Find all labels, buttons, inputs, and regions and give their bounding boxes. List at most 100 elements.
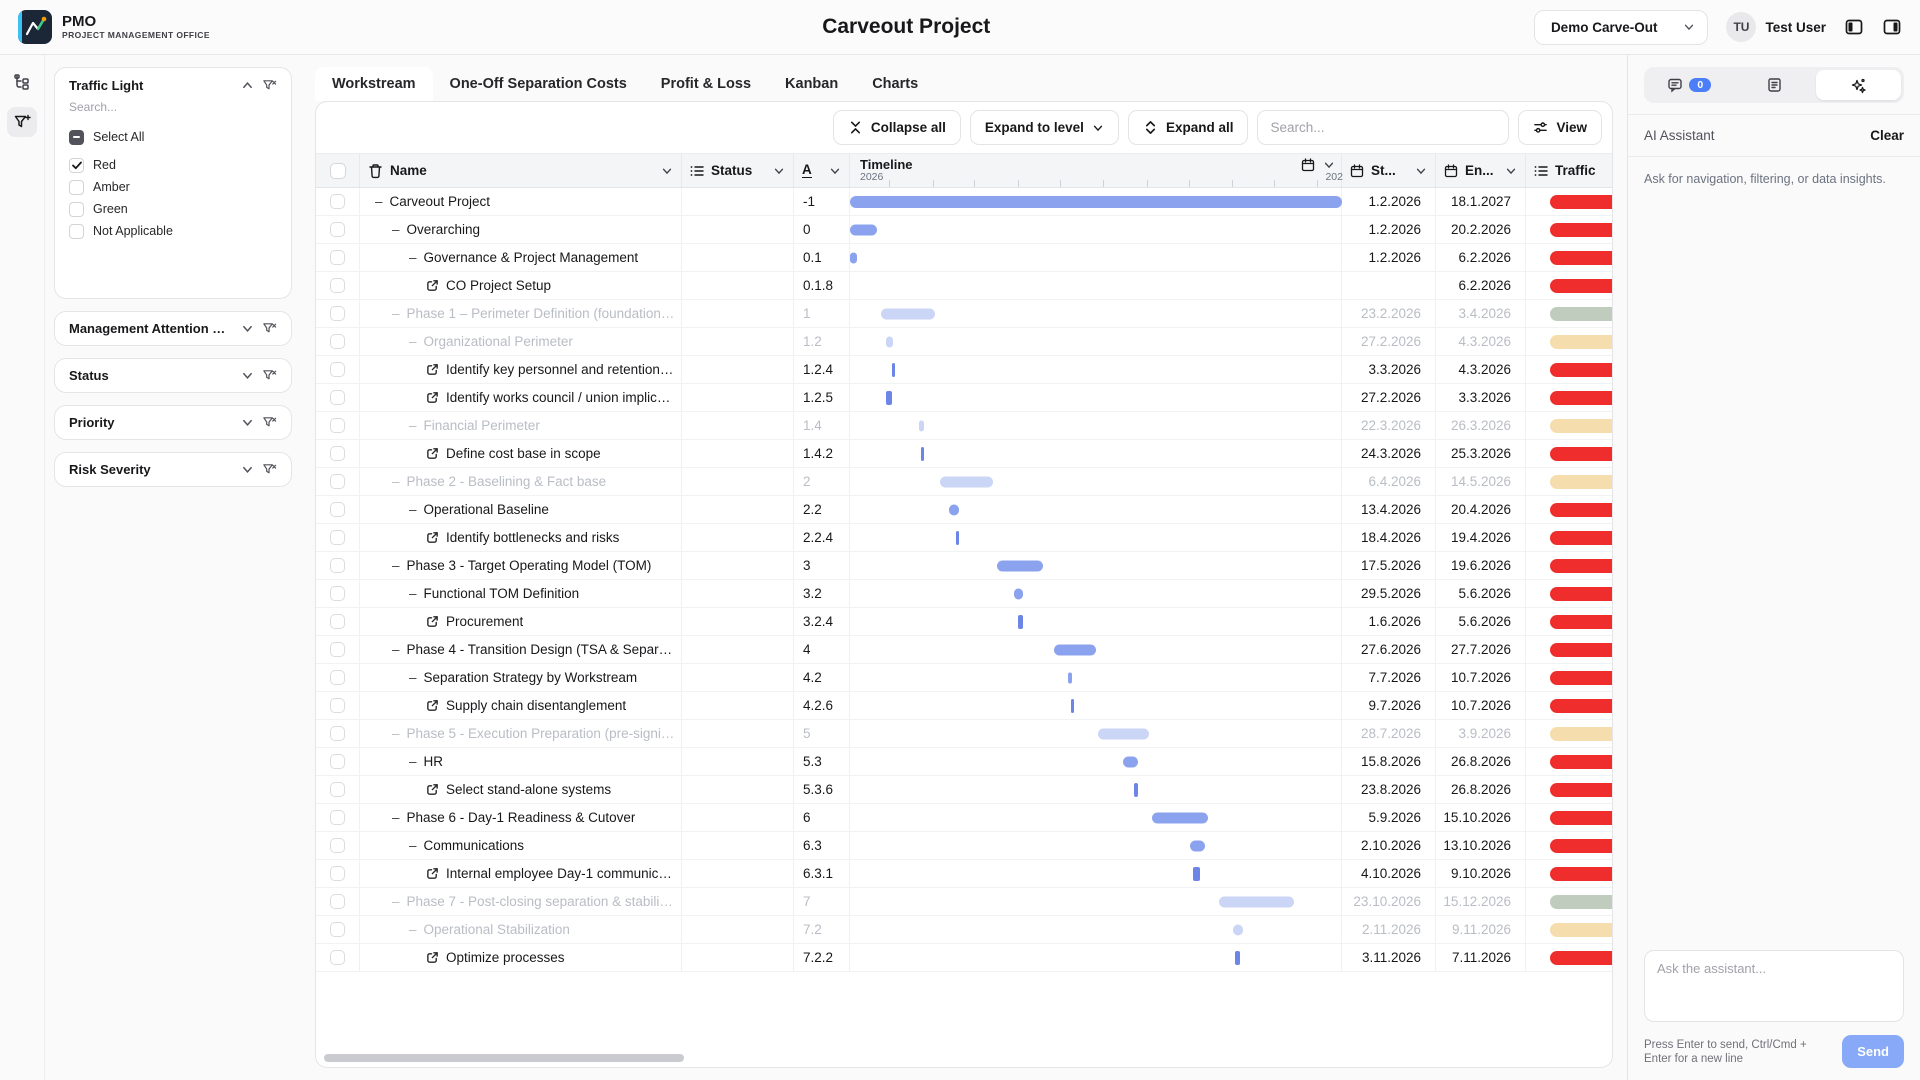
- external-link-icon[interactable]: [426, 615, 439, 628]
- row-checkbox[interactable]: [330, 894, 345, 909]
- row-checkbox[interactable]: [330, 670, 345, 685]
- external-link-icon[interactable]: [426, 447, 439, 460]
- filter-card-priority[interactable]: Priority: [54, 405, 292, 440]
- traffic-pill[interactable]: [1550, 727, 1612, 741]
- timeline-cell[interactable]: [850, 300, 1342, 327]
- column-header-timeline[interactable]: Timeline: [860, 157, 913, 172]
- collapse-toggle[interactable]: –: [375, 194, 383, 209]
- traffic-cell[interactable]: [1526, 944, 1612, 971]
- traffic-pill[interactable]: [1550, 951, 1612, 965]
- task-name-cell[interactable]: Procurement: [360, 608, 682, 635]
- traffic-pill[interactable]: [1550, 867, 1612, 881]
- tab-profit-loss[interactable]: Profit & Loss: [644, 67, 768, 101]
- gantt-bar[interactable]: [1219, 896, 1293, 907]
- start-date-cell[interactable]: 2.11.2026: [1342, 916, 1436, 943]
- select-all-rows-checkbox[interactable]: [330, 163, 346, 179]
- calendar-icon[interactable]: [1301, 158, 1315, 172]
- traffic-cell[interactable]: [1526, 692, 1612, 719]
- task-name-cell[interactable]: –Phase 3 - Target Operating Model (TOM): [360, 552, 682, 579]
- external-link-icon[interactable]: [426, 531, 439, 544]
- traffic-pill[interactable]: [1550, 503, 1612, 517]
- status-cell[interactable]: [682, 524, 794, 551]
- traffic-pill[interactable]: [1550, 755, 1612, 769]
- start-date-cell[interactable]: 22.3.2026: [1342, 412, 1436, 439]
- traffic-cell[interactable]: [1526, 524, 1612, 551]
- filter-option-amber[interactable]: Amber: [69, 176, 277, 198]
- select-all-checkbox[interactable]: [69, 130, 84, 145]
- timeline-cell[interactable]: [850, 832, 1342, 859]
- timeline-cell[interactable]: [850, 916, 1342, 943]
- end-date-cell[interactable]: 10.7.2026: [1436, 692, 1526, 719]
- status-cell[interactable]: [682, 412, 794, 439]
- traffic-cell[interactable]: [1526, 664, 1612, 691]
- timeline-cell[interactable]: [850, 692, 1342, 719]
- timeline-cell[interactable]: [850, 496, 1342, 523]
- traffic-pill[interactable]: [1550, 279, 1612, 293]
- timeline-cell[interactable]: [850, 188, 1342, 215]
- status-cell[interactable]: [682, 552, 794, 579]
- chevron-down-icon[interactable]: [773, 165, 785, 177]
- filter-plus-icon[interactable]: [7, 107, 37, 137]
- traffic-cell[interactable]: [1526, 440, 1612, 467]
- task-name-cell[interactable]: Internal employee Day-1 communication: [360, 860, 682, 887]
- status-cell[interactable]: [682, 188, 794, 215]
- traffic-pill[interactable]: [1550, 391, 1612, 405]
- timeline-cell[interactable]: [850, 328, 1342, 355]
- traffic-pill[interactable]: [1550, 839, 1612, 853]
- status-cell[interactable]: [682, 664, 794, 691]
- filter-clear-icon[interactable]: [262, 78, 277, 93]
- chevron-up-icon[interactable]: [241, 79, 254, 92]
- task-name-cell[interactable]: –Phase 1 – Perimeter Definition (foundat…: [360, 300, 682, 327]
- start-date-cell[interactable]: 29.5.2026: [1342, 580, 1436, 607]
- task-name-cell[interactable]: –Carveout Project: [360, 188, 682, 215]
- collapse-toggle[interactable]: –: [392, 642, 400, 657]
- expand-to-level-button[interactable]: Expand to level: [970, 110, 1119, 145]
- end-date-cell[interactable]: 15.10.2026: [1436, 804, 1526, 831]
- end-date-cell[interactable]: 7.11.2026: [1436, 944, 1526, 971]
- option-checkbox[interactable]: [69, 158, 84, 173]
- column-header-start[interactable]: St...: [1371, 163, 1396, 178]
- gantt-bar[interactable]: [1235, 951, 1241, 965]
- filter-option-not-applicable[interactable]: Not Applicable: [69, 220, 277, 242]
- tree-view-icon[interactable]: [7, 67, 37, 97]
- chevron-down-icon[interactable]: [1505, 165, 1517, 177]
- traffic-cell[interactable]: [1526, 832, 1612, 859]
- timeline-cell[interactable]: [850, 664, 1342, 691]
- traffic-cell[interactable]: [1526, 300, 1612, 327]
- tab-one-off-separation-costs[interactable]: One-Off Separation Costs: [433, 67, 644, 101]
- gantt-bar[interactable]: [919, 420, 925, 431]
- collapse-toggle[interactable]: –: [409, 922, 417, 937]
- start-date-cell[interactable]: 1.2.2026: [1342, 216, 1436, 243]
- gantt-bar[interactable]: [1152, 812, 1208, 823]
- collapse-toggle[interactable]: –: [392, 894, 400, 909]
- status-cell[interactable]: [682, 468, 794, 495]
- end-date-cell[interactable]: 9.11.2026: [1436, 916, 1526, 943]
- status-cell[interactable]: [682, 216, 794, 243]
- filter-option-red[interactable]: Red: [69, 154, 277, 176]
- task-name-cell[interactable]: –Organizational Perimeter: [360, 328, 682, 355]
- collapse-toggle[interactable]: –: [392, 726, 400, 741]
- timeline-cell[interactable]: [850, 524, 1342, 551]
- assistant-input[interactable]: [1644, 950, 1904, 1022]
- task-name-cell[interactable]: –Governance & Project Management: [360, 244, 682, 271]
- gantt-bar[interactable]: [881, 308, 936, 319]
- collapse-toggle[interactable]: –: [392, 222, 400, 237]
- task-name-cell[interactable]: –Phase 6 - Day-1 Readiness & Cutover: [360, 804, 682, 831]
- collapse-toggle[interactable]: –: [409, 502, 417, 517]
- task-name-cell[interactable]: CO Project Setup: [360, 272, 682, 299]
- task-name-cell[interactable]: –Communications: [360, 832, 682, 859]
- row-checkbox[interactable]: [330, 698, 345, 713]
- row-checkbox[interactable]: [330, 782, 345, 797]
- end-date-cell[interactable]: 26.8.2026: [1436, 776, 1526, 803]
- column-header-status[interactable]: Status: [711, 163, 752, 178]
- status-cell[interactable]: [682, 944, 794, 971]
- timeline-cell[interactable]: [850, 860, 1342, 887]
- start-date-cell[interactable]: 24.3.2026: [1342, 440, 1436, 467]
- collapse-toggle[interactable]: –: [409, 838, 417, 853]
- delete-icon[interactable]: [368, 163, 383, 179]
- external-link-icon[interactable]: [426, 951, 439, 964]
- gantt-bar[interactable]: [956, 531, 959, 545]
- collapse-toggle[interactable]: –: [392, 810, 400, 825]
- row-checkbox[interactable]: [330, 754, 345, 769]
- row-checkbox[interactable]: [330, 866, 345, 881]
